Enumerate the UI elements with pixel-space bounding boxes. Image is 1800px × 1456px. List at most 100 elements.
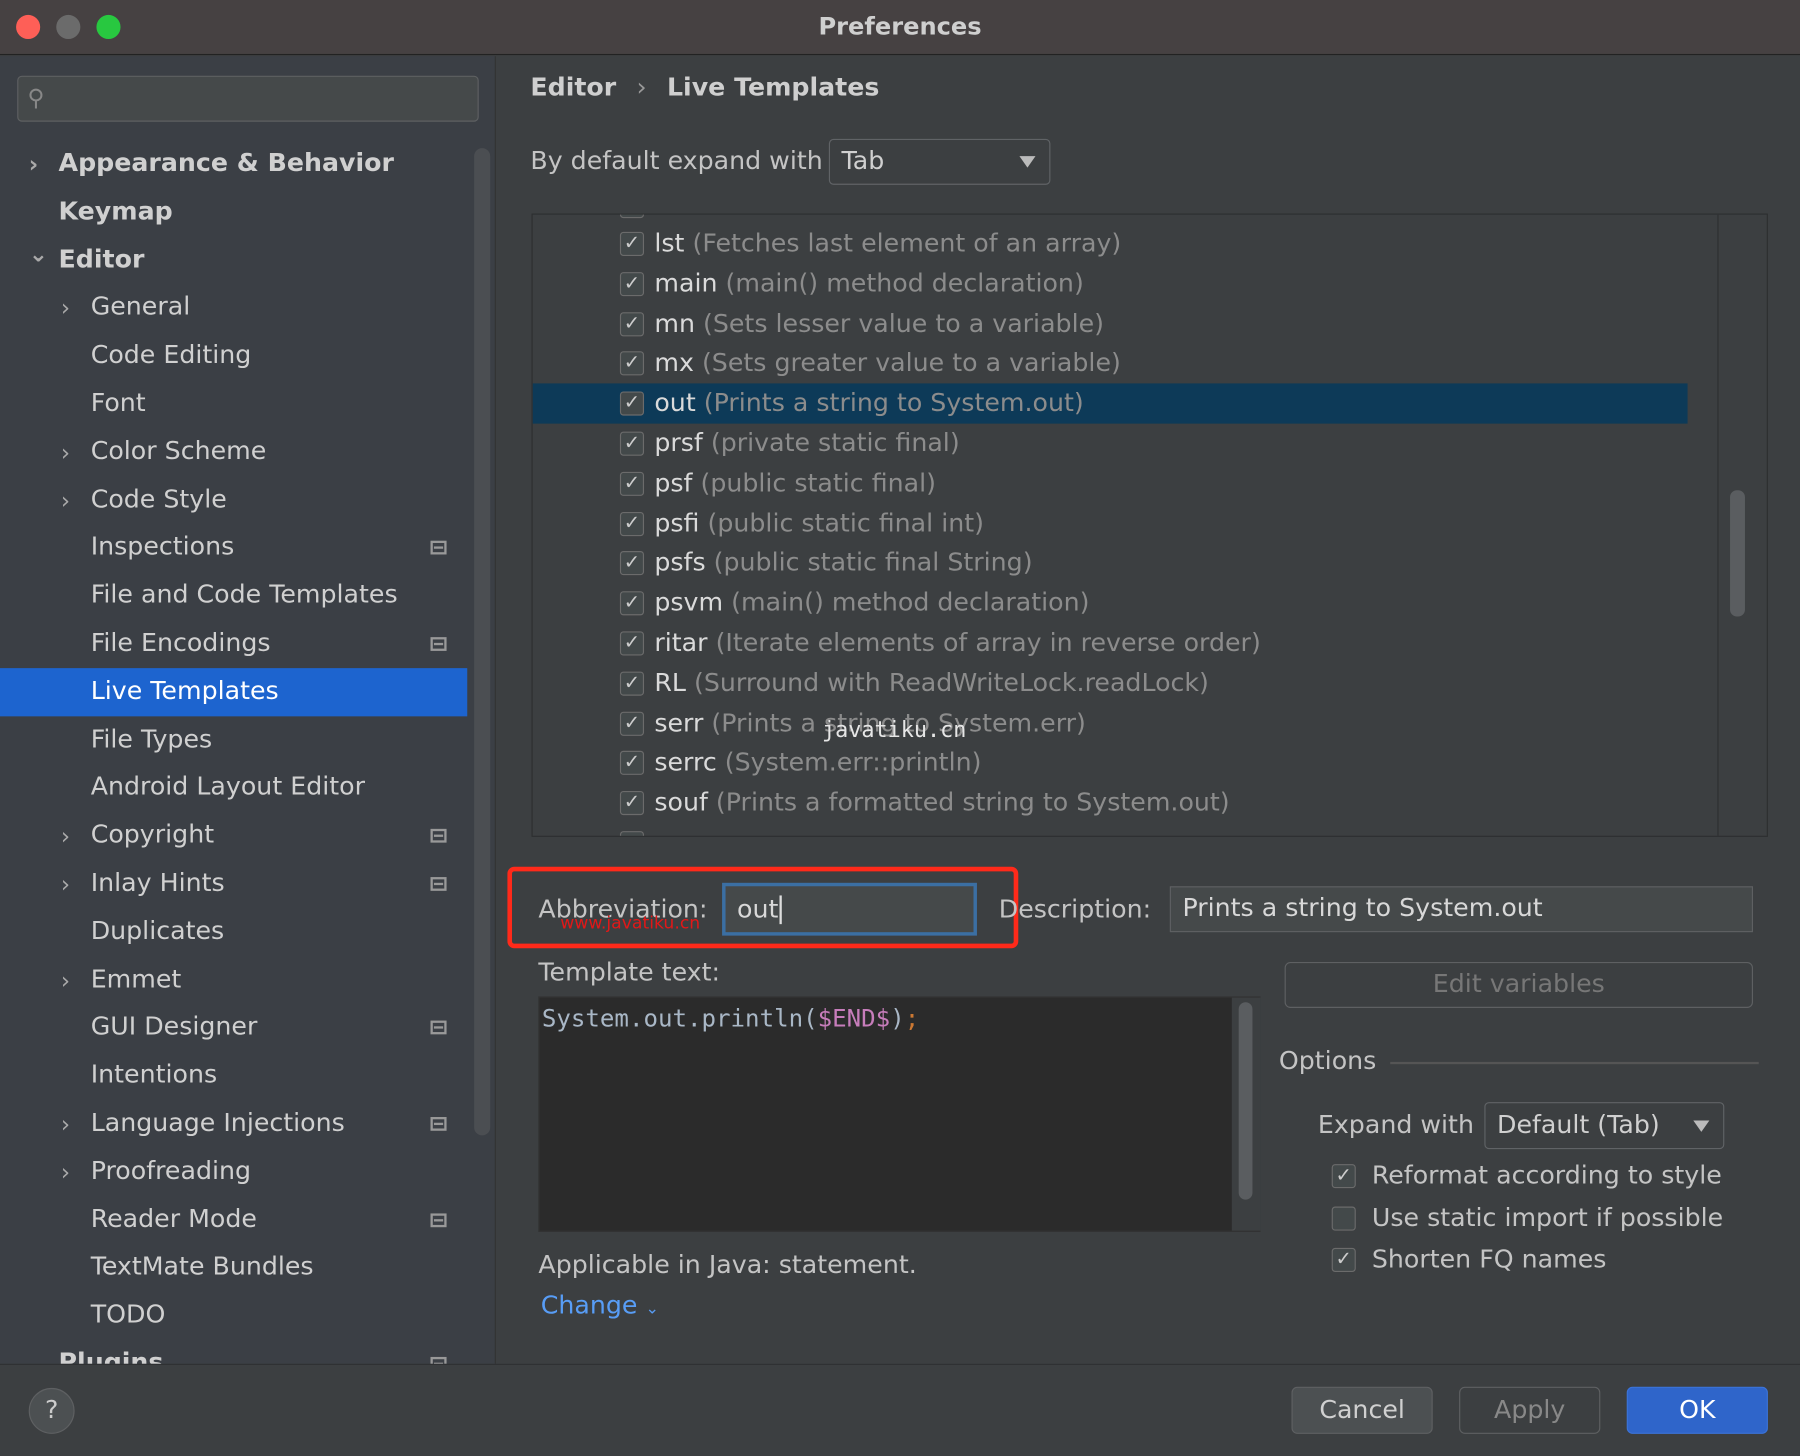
abbreviation-input[interactable]: out (722, 882, 977, 936)
template-checkbox[interactable]: ✓ (619, 591, 645, 616)
template-checkbox[interactable]: ✓ (619, 511, 645, 536)
main-panel: Editor › Live Templates By default expan… (497, 56, 1800, 1364)
cancel-button[interactable]: Cancel (1291, 1386, 1433, 1434)
template-row[interactable]: ✓ (533, 823, 1688, 836)
watermark-text: javatiku.cn (821, 717, 967, 743)
sidebar-item-code-style[interactable]: › Code Style (0, 476, 467, 524)
template-row[interactable]: ✓ serrc (System.err::println) (533, 743, 1688, 783)
chevron-right-icon[interactable]: › (61, 1148, 70, 1196)
template-abbreviation: RL (654, 669, 686, 698)
template-checkbox[interactable]: ✓ (619, 431, 645, 456)
change-link[interactable]: Change ⌄ (541, 1292, 659, 1321)
sidebar-item-proofreading[interactable]: › Proofreading (0, 1148, 467, 1196)
template-row[interactable]: ✓ psf (public static final) (533, 464, 1688, 504)
ok-button[interactable]: OK (1626, 1386, 1768, 1434)
template-row[interactable]: ✓ psfi (public static final int) (533, 504, 1688, 544)
template-row[interactable]: ✓ main (main() method declaration) (533, 264, 1688, 304)
sidebar-scrollbar[interactable] (474, 148, 491, 1136)
plus-icon[interactable]: + (1763, 219, 1766, 253)
template-abbreviation: lst (654, 229, 685, 259)
sidebar-item-intentions[interactable]: Intentions (0, 1052, 467, 1100)
chevron-right-icon[interactable]: › (61, 1100, 70, 1148)
sidebar-item-inspections[interactable]: Inspections (0, 524, 467, 572)
template-row[interactable]: ✓ psfs (public static final String) (533, 543, 1688, 583)
sidebar-item-file-and-code-templates[interactable]: File and Code Templates (0, 572, 467, 620)
template-row[interactable]: ✓ ritar (Iterate elements of array in rev… (533, 623, 1688, 663)
template-row[interactable]: ✓ lst (Fetches last element of an array) (533, 224, 1688, 264)
search-input[interactable]: ⚲ (17, 75, 479, 122)
expand-default-dropdown[interactable]: Tab (828, 138, 1051, 185)
undo-icon[interactable]: ↶ (1763, 376, 1766, 410)
expand-with-dropdown[interactable]: Default (Tab) (1484, 1102, 1725, 1150)
template-checkbox[interactable]: ✓ (619, 271, 645, 296)
template-row[interactable]: ✓ out (Prints a string to System.out) (532, 383, 1688, 424)
edit-variables-button[interactable]: Edit variables (1284, 962, 1753, 1008)
template-checkbox[interactable]: ✓ (619, 631, 645, 656)
help-button[interactable]: ? (28, 1387, 75, 1434)
chevron-right-icon[interactable]: › (61, 284, 70, 332)
sidebar-item-code-editing[interactable]: Code Editing (0, 332, 467, 380)
template-row[interactable]: ✓ psvm (main() method declaration) (533, 583, 1688, 623)
template-checkbox[interactable]: ✓ (619, 311, 645, 336)
sidebar-item-reader-mode[interactable]: Reader Mode (0, 1196, 467, 1244)
template-checkbox[interactable]: ✓ (619, 214, 645, 219)
sidebar-item-emmet[interactable]: › Emmet (0, 956, 467, 1004)
template-checkbox[interactable]: ✓ (619, 471, 645, 496)
template-row[interactable]: ✓ serr (Prints a string to System.err) (533, 703, 1688, 743)
template-abbreviation: mx (654, 349, 694, 379)
sidebar-item-gui-designer[interactable]: GUI Designer (0, 1004, 467, 1052)
template-checkbox[interactable]: ✓ (619, 231, 645, 257)
checkbox[interactable]: ✓ (1331, 1247, 1356, 1272)
sidebar-item-file-types[interactable]: File Types (0, 716, 467, 764)
template-row[interactable]: ✓ RL (Surround with ReadWriteLock.readLoc… (533, 663, 1688, 703)
sidebar-item-copyright[interactable]: › Copyright (0, 812, 467, 860)
sidebar-item-font[interactable]: Font (0, 380, 467, 428)
chevron-right-icon[interactable]: › (61, 956, 70, 1004)
template-text-editor[interactable]: System.out.println($END$); (538, 996, 1261, 1232)
sidebar-item-file-encodings[interactable]: File Encodings (0, 620, 467, 668)
checkbox[interactable] (1331, 1205, 1356, 1231)
template-checkbox[interactable]: ✓ (619, 351, 645, 376)
sidebar-item-label: File Types (90, 725, 213, 754)
apply-button[interactable]: Apply (1459, 1386, 1601, 1434)
breadcrumb-parent[interactable]: Editor (530, 73, 616, 102)
breadcrumb: Editor › Live Templates (530, 73, 879, 102)
sidebar-item-editor[interactable]: ⌄ Editor (0, 236, 467, 284)
template-checkbox[interactable]: ✓ (619, 671, 645, 696)
template-checkbox[interactable]: ✓ (619, 551, 645, 576)
chevron-right-icon[interactable]: › (29, 140, 38, 188)
sidebar-item-label: Duplicates (90, 917, 225, 946)
sidebar-item-label: Inlay Hints (90, 869, 225, 898)
chevron-down-icon[interactable]: ⌄ (29, 229, 48, 277)
chevron-right-icon[interactable]: › (61, 812, 70, 860)
chevron-right-icon[interactable]: › (61, 860, 70, 908)
template-row[interactable]: ✓ souf (Prints a formatted string to Syst… (533, 783, 1688, 823)
chevron-right-icon[interactable]: › (61, 476, 70, 524)
sidebar-item-keymap[interactable]: Keymap (0, 188, 467, 236)
checkbox[interactable]: ✓ (1331, 1164, 1356, 1189)
template-checkbox[interactable]: ✓ (619, 831, 645, 836)
sidebar-item-live-templates[interactable]: Live Templates (0, 667, 468, 717)
sidebar-item-textmate-bundles[interactable]: TextMate Bundles (0, 1244, 467, 1292)
template-checkbox[interactable]: ✓ (619, 391, 645, 416)
template-checkbox[interactable]: ✓ (619, 711, 645, 736)
sidebar-item-android-layout-editor[interactable]: Android Layout Editor (0, 764, 467, 812)
sidebar-item-inlay-hints[interactable]: › Inlay Hints (0, 860, 467, 908)
editor-scrollbar[interactable] (1238, 1002, 1253, 1200)
description-input[interactable]: Prints a string to System.out (1169, 886, 1753, 933)
template-row[interactable]: ✓ prsf (private static final) (533, 424, 1688, 464)
template-checkbox[interactable]: ✓ (619, 751, 645, 776)
copy-icon[interactable]: ⧉ (1763, 324, 1766, 360)
chevron-right-icon[interactable]: › (61, 428, 70, 476)
sidebar-item-todo[interactable]: TODO (0, 1292, 467, 1340)
template-row[interactable]: ✓ mn (Sets lesser value to a variable) (533, 304, 1688, 344)
minus-icon[interactable]: − (1763, 272, 1766, 306)
sidebar-item-color-scheme[interactable]: › Color Scheme (0, 428, 467, 476)
list-scrollbar[interactable] (1730, 490, 1745, 617)
sidebar-item-duplicates[interactable]: Duplicates (0, 908, 467, 956)
sidebar-item-language-injections[interactable]: › Language Injections (0, 1100, 467, 1148)
template-checkbox[interactable]: ✓ (619, 791, 645, 816)
sidebar-item-general[interactable]: › General (0, 284, 467, 332)
template-row[interactable]: ✓ mx (Sets greater value to a variable) (533, 344, 1688, 384)
sidebar-item-appearance-behavior[interactable]: › Appearance & Behavior (0, 140, 467, 188)
